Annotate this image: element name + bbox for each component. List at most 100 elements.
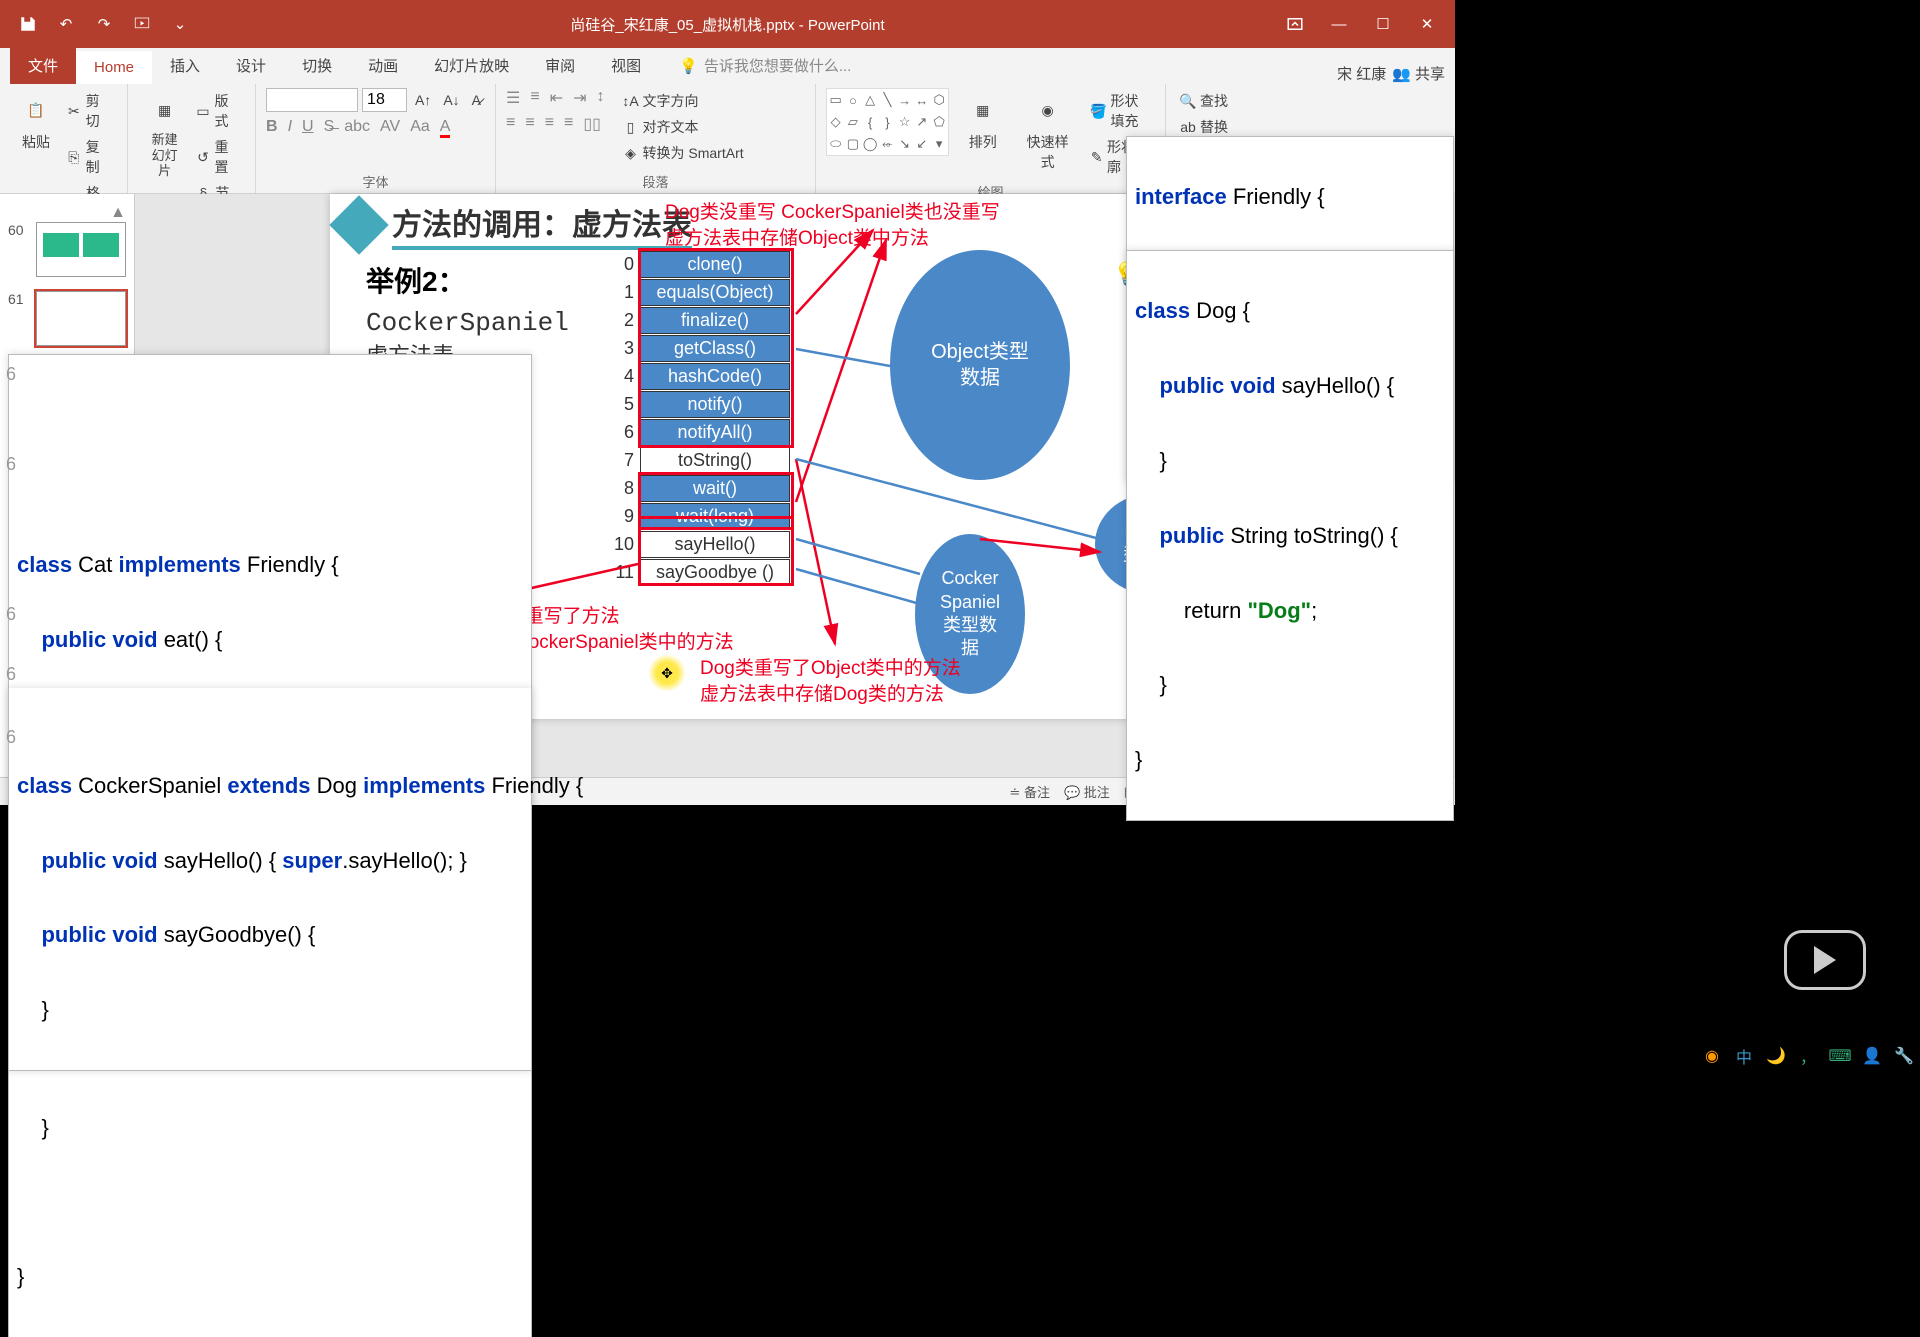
undo-icon[interactable]: ↶: [56, 14, 76, 34]
tab-insert[interactable]: 插入: [152, 47, 218, 84]
cut-icon: ✂: [66, 103, 82, 119]
shrink-font-button[interactable]: A↓: [439, 88, 463, 112]
vidx: 9: [610, 506, 640, 527]
close-icon[interactable]: ✕: [1417, 14, 1437, 34]
new-slide-button[interactable]: ▦新建 幻灯片: [138, 88, 191, 206]
align-text-icon: ▯: [623, 119, 639, 135]
tab-review[interactable]: 审阅: [527, 47, 593, 84]
tab-animations[interactable]: 动画: [350, 47, 416, 84]
case-button[interactable]: Aa: [410, 118, 430, 136]
paste-icon: 📋: [18, 92, 54, 128]
layout-button[interactable]: ▭版式: [191, 88, 245, 134]
smartart-button[interactable]: ◈转换为 SmartArt: [619, 140, 748, 166]
shadow-button[interactable]: abc: [344, 118, 370, 136]
tray-wrench-icon[interactable]: 🔧: [1892, 1044, 1916, 1068]
ann-top-1: Dog类没重写 CockerSpaniel类也没重写: [665, 200, 1000, 226]
align-right-button[interactable]: ≡: [545, 114, 554, 134]
txt: sayHello() {: [1276, 373, 1395, 398]
tab-file[interactable]: 文件: [10, 47, 76, 84]
quickstyle-button[interactable]: ◉快速样式: [1017, 88, 1079, 180]
clear-format-button[interactable]: A̷: [468, 88, 485, 112]
shapes-gallery[interactable]: ▭○△╲→↔⬡ ◇▱{}☆↗⬠ ⬭▢◯⬰↘↙▾: [826, 88, 949, 156]
align-center-button[interactable]: ≡: [525, 114, 534, 134]
txt: Dog {: [1190, 298, 1250, 323]
font-color-button[interactable]: A: [440, 118, 451, 136]
justify-button[interactable]: ≡: [564, 114, 573, 134]
strike-button[interactable]: S̶: [324, 118, 335, 136]
kw: implements: [363, 773, 491, 798]
annotation-top: Dog类没重写 CockerSpaniel类也没重写 虚方法表中存储Object…: [665, 200, 1000, 251]
copy-button[interactable]: ⎘复制: [62, 134, 117, 180]
notes-button[interactable]: ≐ 备注: [1009, 782, 1050, 801]
vidx: 0: [610, 254, 640, 275]
txt: Friendly {: [247, 552, 339, 577]
share-button[interactable]: 👥共享: [1392, 63, 1445, 84]
arrange-button[interactable]: ▦排列: [957, 88, 1009, 180]
txt: }: [1135, 747, 1142, 772]
tray-moon-icon[interactable]: 🌙: [1764, 1044, 1788, 1068]
kw: class: [1135, 298, 1190, 323]
indent-dec-button[interactable]: ⇤: [550, 88, 563, 108]
redo-icon[interactable]: ↷: [94, 14, 114, 34]
window-title: 尚硅谷_宋红康_05_虚拟机栈.pptx - PowerPoint: [570, 14, 884, 35]
user-name[interactable]: 宋 红康: [1337, 63, 1386, 84]
tab-transitions[interactable]: 切换: [284, 47, 350, 84]
spacing-button[interactable]: AV: [380, 118, 400, 136]
vidx: 2: [610, 310, 640, 331]
reset-button[interactable]: ↺重置: [191, 134, 245, 180]
thumb-61[interactable]: 61: [8, 291, 126, 346]
qat-more-icon[interactable]: ⌄: [170, 14, 190, 34]
video-play-overlay-icon[interactable]: [1784, 930, 1866, 990]
align-text-button[interactable]: ▯对齐文本: [619, 114, 748, 140]
columns-button[interactable]: ▯▯: [583, 114, 601, 134]
td-label: 文字方向: [643, 91, 699, 111]
comments-button[interactable]: 💬 批注: [1064, 782, 1110, 801]
start-show-icon[interactable]: [132, 14, 152, 34]
tell-me[interactable]: 💡告诉我您想要做什么...: [679, 47, 851, 84]
cocker-spaniel-label: CockerSpaniel: [366, 308, 569, 338]
vcell: toString(): [640, 447, 790, 474]
bold-button[interactable]: B: [266, 118, 278, 136]
font-family-combo[interactable]: [266, 88, 358, 112]
tray-ime-icon[interactable]: 中: [1732, 1044, 1756, 1068]
align-left-button[interactable]: ≡: [506, 114, 515, 134]
thumb-60[interactable]: 60: [8, 222, 126, 277]
tab-design[interactable]: 设计: [218, 47, 284, 84]
reset-label: 重置: [215, 137, 242, 177]
notes-label: 备注: [1024, 785, 1050, 800]
txt: CockerSpaniel: [78, 773, 227, 798]
sa-label: 转换为 SmartArt: [643, 143, 744, 163]
numbering-button[interactable]: ≡: [530, 88, 539, 108]
tray-keyboard-icon[interactable]: ⌨: [1828, 1044, 1852, 1068]
tray-comma-icon[interactable]: ，: [1796, 1044, 1820, 1068]
underline-button[interactable]: U: [302, 118, 314, 136]
tray-user-icon[interactable]: 👤: [1860, 1044, 1884, 1068]
layout-icon: ▭: [195, 103, 210, 119]
maximize-icon[interactable]: ☐: [1373, 14, 1393, 34]
fill-button[interactable]: 🪣形状填充: [1086, 88, 1155, 134]
vidx: 5: [610, 394, 640, 415]
cut-button[interactable]: ✂剪切: [62, 88, 117, 134]
ribbon-opts-icon[interactable]: [1285, 14, 1305, 34]
tab-home[interactable]: Home: [76, 51, 152, 84]
example-label: 举例2：: [366, 260, 466, 300]
bullets-button[interactable]: ☰: [506, 88, 520, 108]
txt: String toString() {: [1224, 523, 1398, 548]
find-button[interactable]: 🔍查找: [1176, 88, 1236, 114]
grow-font-button[interactable]: A↑: [411, 88, 435, 112]
tab-slideshow[interactable]: 幻灯片放映: [416, 47, 527, 84]
at-label: 对齐文本: [643, 117, 699, 137]
text-direction-button[interactable]: ↕A文字方向: [619, 88, 748, 114]
slide-logo-icon: [329, 195, 388, 254]
indent-inc-button[interactable]: ⇥: [573, 88, 586, 108]
minimize-icon[interactable]: —: [1329, 14, 1349, 34]
save-icon[interactable]: [18, 14, 38, 34]
txt: .sayHello(); }: [342, 848, 467, 873]
kw: implements: [119, 552, 247, 577]
line-spacing-button[interactable]: ↕: [597, 88, 605, 108]
ann-bot-1: Dog类重写了Object类中的方法: [700, 656, 961, 682]
tray-icon-1[interactable]: ◉: [1700, 1044, 1724, 1068]
italic-button[interactable]: I: [288, 118, 292, 136]
tab-view[interactable]: 视图: [593, 47, 659, 84]
font-size-combo[interactable]: 18: [362, 88, 407, 112]
